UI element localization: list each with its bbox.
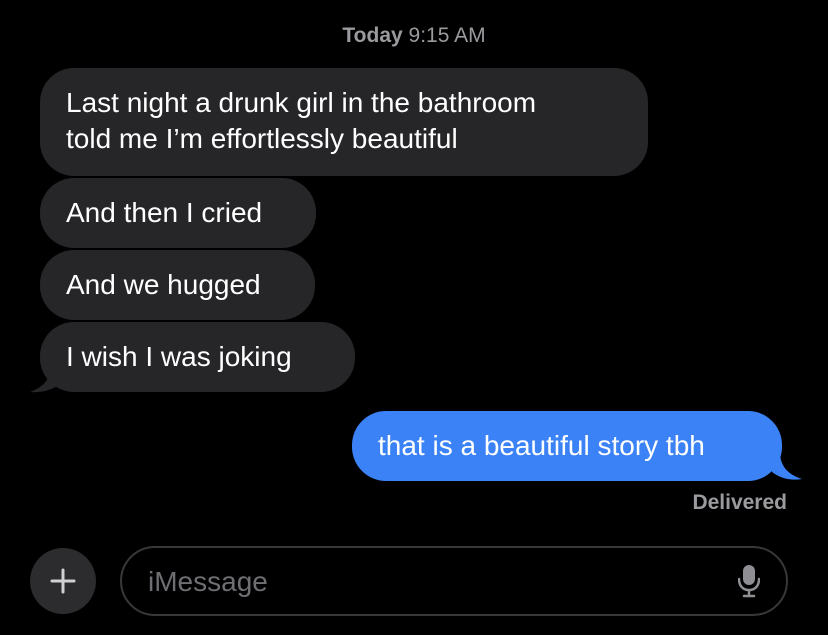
add-attachment-button[interactable] (30, 548, 96, 614)
microphone-icon[interactable] (738, 564, 760, 598)
outgoing-bubble-tail (772, 452, 802, 480)
incoming-message-bubble[interactable]: And we hugged (40, 250, 315, 320)
message-text-line: Last night a drunk girl in the bathroom (66, 87, 537, 118)
incoming-message-bubble[interactable]: I wish I was joking (40, 322, 355, 392)
message-text-line: told me I’m effortlessly beautiful (66, 123, 458, 154)
outgoing-message-bubble[interactable]: that is a beautiful story tbh (352, 411, 782, 481)
conversation-timestamp: Today 9:15 AM (0, 24, 828, 48)
message-text: And then I cried (66, 197, 263, 228)
timestamp-day: Today (342, 24, 403, 47)
imessage-input-field[interactable]: iMessage (120, 546, 788, 616)
plus-icon (50, 568, 76, 594)
delivered-status: Delivered (692, 491, 787, 514)
timestamp-time: 9:15 AM (408, 24, 486, 47)
incoming-bubble-tail (30, 362, 60, 393)
message-text: that is a beautiful story tbh (378, 430, 705, 461)
message-text: And we hugged (66, 269, 261, 300)
incoming-message-bubble[interactable]: And then I cried (40, 178, 316, 248)
message-text: I wish I was joking (66, 341, 292, 372)
incoming-message-bubble[interactable]: Last night a drunk girl in the bathroom … (40, 68, 648, 176)
imessage-placeholder: iMessage (148, 566, 268, 597)
